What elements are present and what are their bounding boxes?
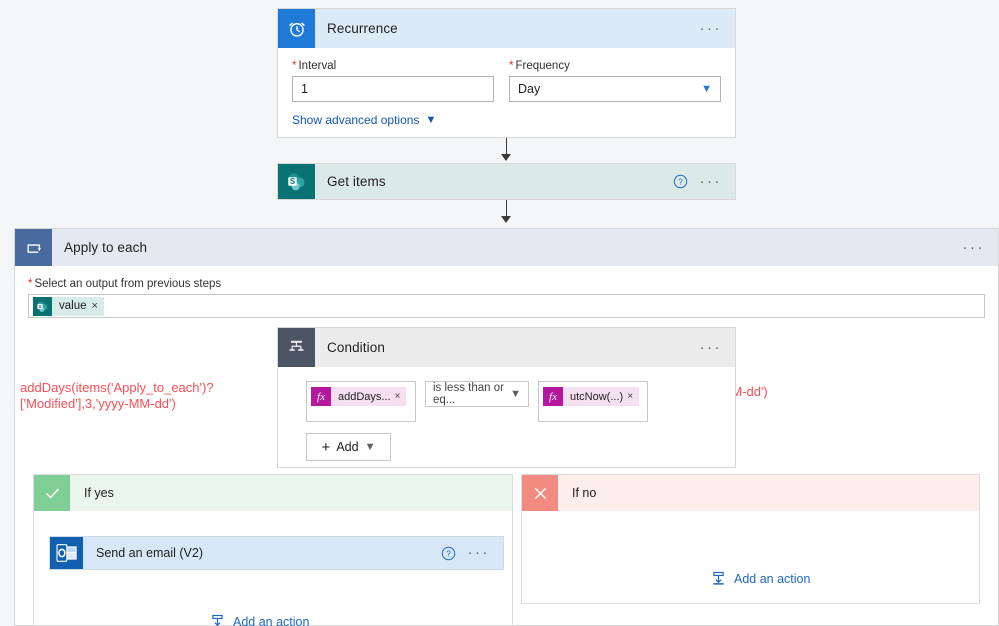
frequency-label: * Frequency bbox=[509, 60, 570, 72]
condition-operator-select[interactable]: is less than or eq... ▼ bbox=[425, 381, 529, 407]
show-advanced-options-link[interactable]: Show advanced options ▼ bbox=[292, 113, 436, 127]
recurrence-title: Recurrence bbox=[327, 21, 398, 36]
get-items-title: Get items bbox=[327, 174, 386, 189]
condition-card[interactable]: Condition ··· fx addDays... × is less th… bbox=[277, 327, 736, 468]
plus-icon: + bbox=[321, 438, 331, 456]
fx-icon: fx bbox=[311, 387, 331, 406]
recurrence-body: * Interval 1 * Frequency Day ▼ bbox=[278, 48, 735, 102]
frequency-value: Day bbox=[518, 82, 541, 96]
flow-designer-canvas: Recurrence ··· * Interval 1 * Frequency Da… bbox=[0, 0, 999, 626]
select-output-input[interactable]: S value × bbox=[28, 294, 985, 318]
if-yes-title: If yes bbox=[84, 486, 114, 500]
alarm-clock-icon bbox=[278, 9, 315, 48]
send-email-menu-button[interactable]: ··· bbox=[468, 545, 491, 560]
add-condition-label: Add bbox=[336, 440, 359, 454]
outlook-icon bbox=[50, 537, 83, 569]
chevron-down-icon: ▼ bbox=[425, 114, 437, 126]
svg-text:?: ? bbox=[446, 549, 451, 558]
svg-text:?: ? bbox=[678, 178, 683, 187]
required-marker: * bbox=[28, 278, 33, 290]
condition-branch-icon bbox=[278, 328, 315, 367]
send-email-title: Send an email (V2) bbox=[96, 546, 204, 560]
condition-title: Condition bbox=[327, 340, 385, 355]
add-action-icon bbox=[212, 614, 223, 626]
connector-arrowhead-2 bbox=[501, 216, 511, 223]
if-no-add-action-label: Add an action bbox=[734, 571, 811, 586]
frequency-field-group: * Frequency Day ▼ bbox=[509, 60, 721, 102]
recurrence-card[interactable]: Recurrence ··· * Interval 1 * Frequency Da… bbox=[277, 8, 736, 138]
condition-right-operand-input[interactable]: fx utcNow(...) × bbox=[538, 381, 648, 422]
required-marker: * bbox=[509, 60, 514, 72]
get-items-card[interactable]: S Get items ? ··· bbox=[277, 163, 736, 200]
fx-icon: fx bbox=[543, 387, 563, 406]
if-yes-add-action-button[interactable]: Add an action bbox=[209, 613, 309, 626]
chevron-down-icon: ▼ bbox=[701, 83, 712, 95]
get-items-header-actions: ? ··· bbox=[673, 174, 736, 189]
connector-arrowhead-1 bbox=[501, 154, 511, 161]
interval-input[interactable]: 1 bbox=[292, 76, 494, 102]
send-email-actions: ? ··· bbox=[441, 545, 504, 561]
value-token[interactable]: S value × bbox=[33, 296, 104, 316]
left-operand-label: addDays... bbox=[338, 390, 391, 403]
get-items-menu-button[interactable]: ··· bbox=[700, 174, 723, 189]
remove-token-icon[interactable]: × bbox=[92, 300, 104, 312]
help-icon[interactable]: ? bbox=[673, 174, 688, 189]
sharepoint-icon: S bbox=[278, 164, 315, 199]
value-token-label: value bbox=[59, 300, 87, 312]
condition-left-operand-input[interactable]: fx addDays... × bbox=[306, 381, 416, 422]
utcnow-expression-token[interactable]: fx utcNow(...) × bbox=[543, 387, 640, 406]
get-items-header[interactable]: S Get items ? ··· bbox=[278, 164, 735, 199]
apply-to-each-title: Apply to each bbox=[64, 240, 148, 255]
condition-body: fx addDays... × is less than or eq... ▼ … bbox=[278, 367, 735, 422]
loop-icon bbox=[15, 229, 52, 266]
apply-to-each-menu-button[interactable]: ··· bbox=[963, 240, 986, 255]
if-yes-add-action-label: Add an action bbox=[233, 614, 310, 626]
remove-token-icon[interactable]: × bbox=[627, 391, 639, 402]
show-advanced-options-label: Show advanced options bbox=[292, 113, 420, 127]
frequency-select[interactable]: Day ▼ bbox=[509, 76, 721, 102]
if-yes-branch: If yes Send an email (V2) ? ··· Add an a… bbox=[33, 474, 513, 626]
add-action-icon bbox=[713, 571, 724, 585]
adddays-expression-token[interactable]: fx addDays... × bbox=[311, 387, 407, 406]
if-no-add-action-button[interactable]: Add an action bbox=[710, 570, 810, 587]
checkmark-icon bbox=[34, 475, 70, 511]
condition-header[interactable]: Condition ··· bbox=[278, 328, 735, 367]
if-no-branch: If no Add an action bbox=[521, 474, 980, 604]
remove-token-icon[interactable]: × bbox=[395, 391, 407, 402]
send-email-card[interactable]: Send an email (V2) ? ··· bbox=[49, 536, 504, 570]
required-marker: * bbox=[292, 60, 297, 72]
apply-to-each-body: * Select an output from previous steps S … bbox=[15, 266, 998, 318]
select-output-label: * Select an output from previous steps bbox=[28, 278, 222, 290]
interval-value: 1 bbox=[301, 82, 308, 96]
right-operand-label: utcNow(...) bbox=[570, 390, 624, 403]
if-yes-header: If yes bbox=[34, 475, 512, 511]
apply-to-each-header-actions: ··· bbox=[963, 240, 999, 255]
cross-icon bbox=[522, 475, 558, 511]
recurrence-header-actions: ··· bbox=[700, 21, 736, 36]
if-no-title: If no bbox=[572, 486, 597, 500]
chevron-down-icon: ▼ bbox=[510, 388, 521, 400]
condition-row: fx addDays... × is less than or eq... ▼ … bbox=[306, 381, 735, 422]
interval-label: * Interval bbox=[292, 60, 337, 72]
help-icon[interactable]: ? bbox=[441, 546, 456, 561]
apply-to-each-header[interactable]: Apply to each ··· bbox=[15, 229, 998, 266]
recurrence-menu-button[interactable]: ··· bbox=[700, 21, 723, 36]
condition-menu-button[interactable]: ··· bbox=[700, 340, 723, 355]
left-expression-annotation: addDays(items('Apply_to_each')?['Modifie… bbox=[20, 380, 214, 411]
add-condition-button[interactable]: + Add ▼ bbox=[306, 433, 391, 461]
chevron-down-icon: ▼ bbox=[364, 441, 376, 453]
condition-header-actions: ··· bbox=[700, 340, 736, 355]
if-no-header: If no bbox=[522, 475, 979, 511]
sharepoint-icon: S bbox=[33, 296, 52, 316]
recurrence-header[interactable]: Recurrence ··· bbox=[278, 9, 735, 48]
condition-operator-value: is less than or eq... bbox=[433, 382, 504, 406]
interval-field-group: * Interval 1 bbox=[292, 60, 494, 102]
svg-text:S: S bbox=[290, 177, 295, 186]
